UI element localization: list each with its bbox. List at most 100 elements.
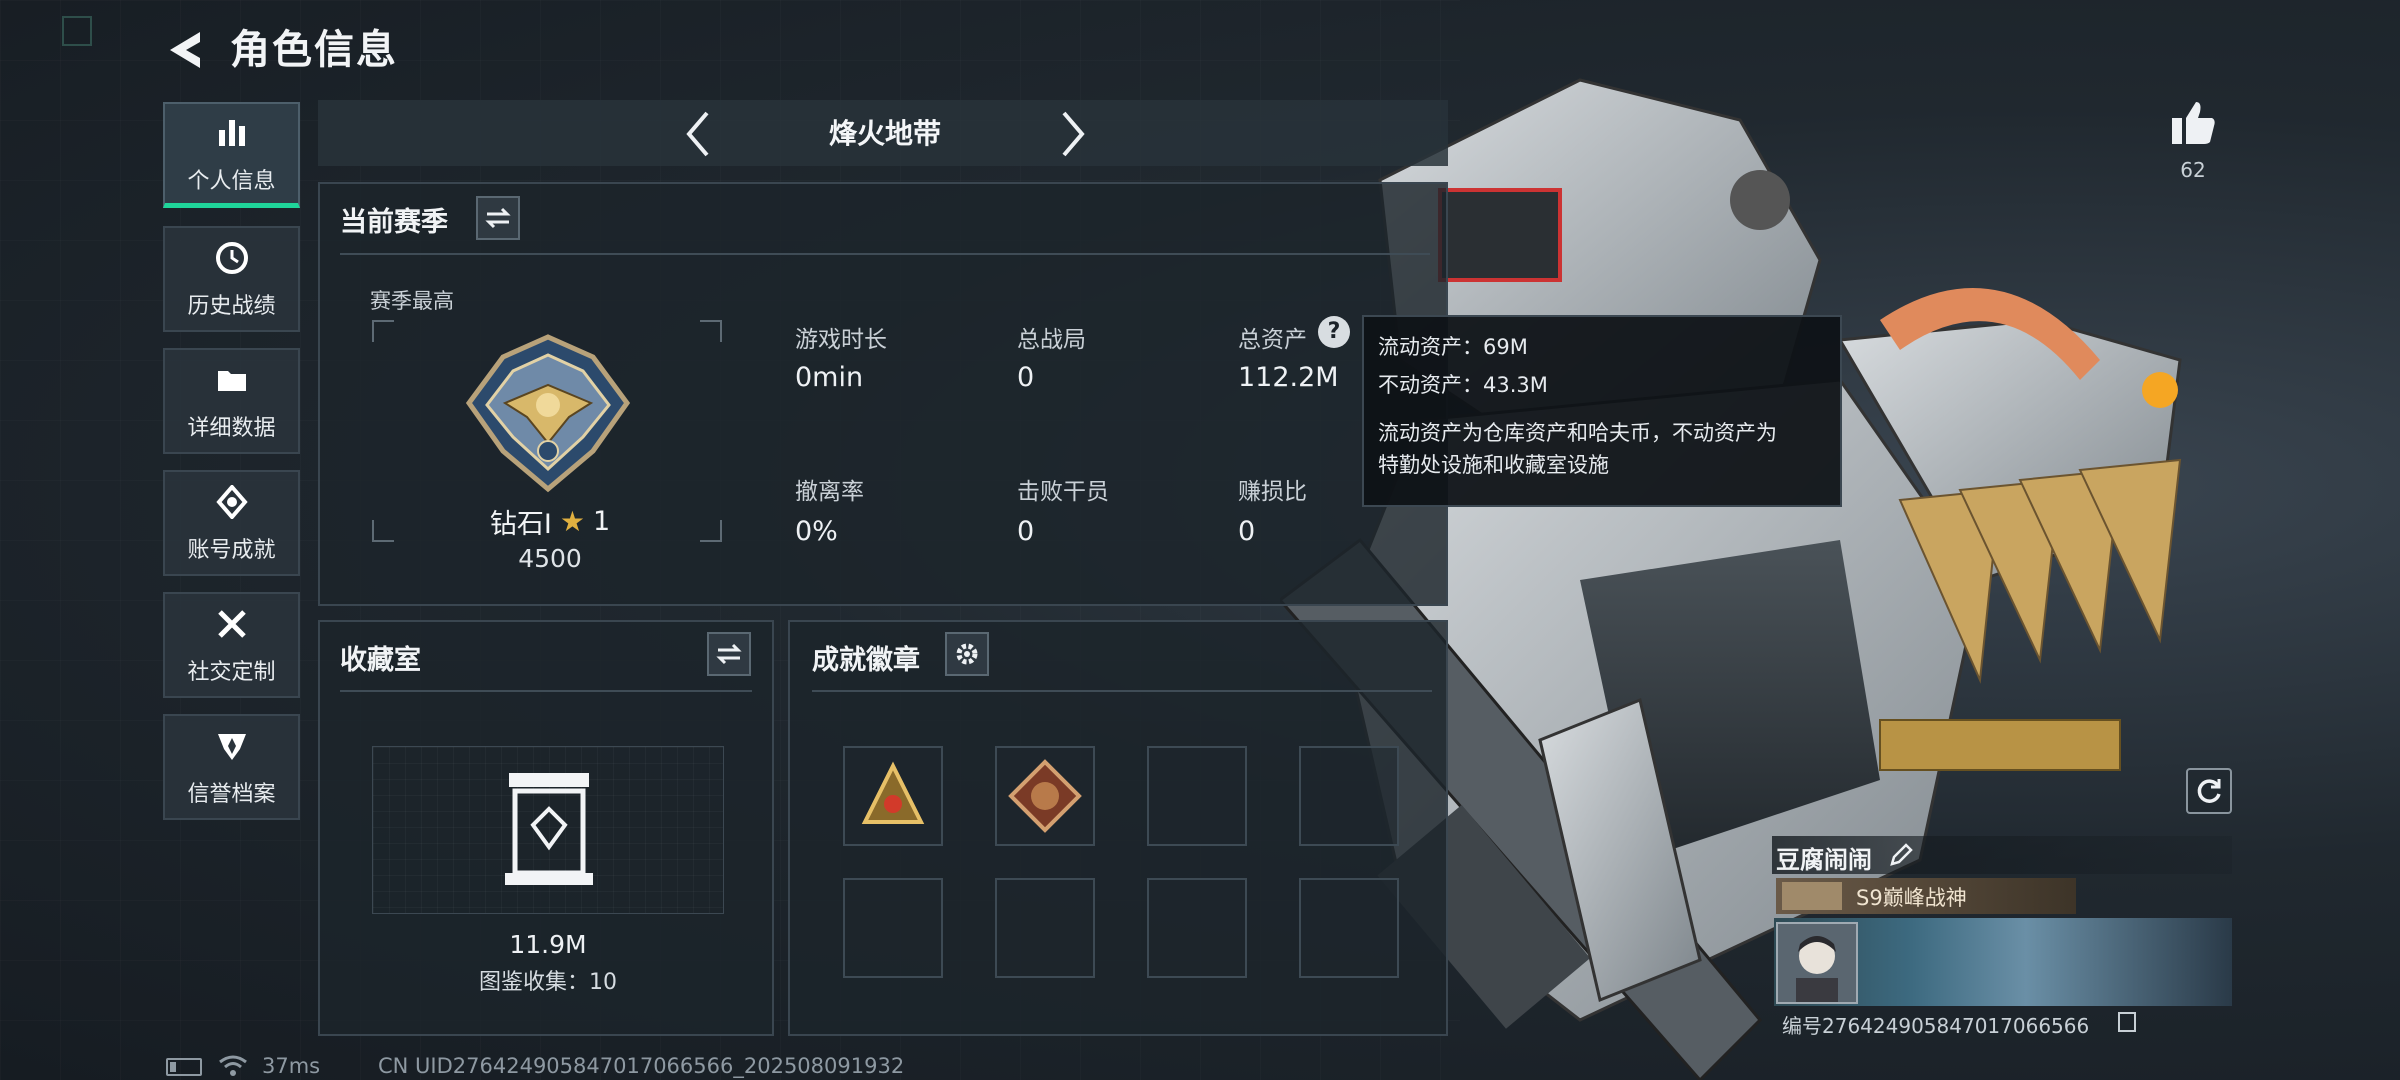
bar-chart-icon bbox=[212, 113, 252, 153]
rank-stars: 1 bbox=[592, 506, 611, 537]
like-button[interactable] bbox=[2168, 98, 2218, 148]
collection-switch-button[interactable] bbox=[707, 632, 751, 676]
sidebar-item-label: 历史战绩 bbox=[187, 294, 276, 319]
mode-title: 烽火地带 bbox=[828, 117, 941, 150]
ping-value: 37ms bbox=[262, 1054, 321, 1078]
divider bbox=[340, 690, 752, 692]
clock-icon bbox=[212, 238, 252, 278]
badge-slot[interactable] bbox=[1299, 878, 1399, 978]
sidebar-item-achievements[interactable]: 账号成就 bbox=[163, 470, 300, 576]
badge-slot[interactable] bbox=[1147, 746, 1247, 846]
sidebar-item-social[interactable]: 社交定制 bbox=[163, 592, 300, 698]
tooltip-fixed-assets: 不动资产：43.3M bbox=[1378, 373, 1548, 397]
back-arrow-icon bbox=[170, 32, 200, 68]
player-id: 编号276424905847017066566 bbox=[1782, 1014, 2090, 1038]
frame-corner bbox=[700, 320, 722, 342]
refresh-button[interactable] bbox=[2186, 768, 2232, 814]
sidebar-item-personal-info[interactable]: 个人信息 bbox=[163, 102, 300, 208]
profile-banner bbox=[1774, 918, 2232, 1006]
edit-name-button[interactable] bbox=[1888, 842, 1914, 868]
title-badge-text: S9巅峰战神 bbox=[1856, 886, 1967, 910]
corner-decoration bbox=[62, 16, 92, 46]
stat-value: 0 bbox=[1238, 516, 1256, 547]
badge-slot[interactable] bbox=[843, 746, 943, 846]
frame-corner bbox=[372, 320, 394, 342]
copy-icon[interactable] bbox=[2118, 1012, 2136, 1032]
triangle-badge-icon bbox=[861, 761, 925, 824]
collection-count: 图鉴收集：10 bbox=[479, 970, 617, 995]
rank-score: 4500 bbox=[518, 544, 582, 573]
achievements-settings-button[interactable] bbox=[945, 632, 989, 676]
stat-value: 0 bbox=[1017, 362, 1035, 393]
tooltip-liquid-assets: 流动资产：69M bbox=[1378, 335, 1528, 359]
badge-slot[interactable] bbox=[1147, 878, 1247, 978]
prev-mode-button[interactable] bbox=[670, 104, 726, 164]
rank-emblem-icon bbox=[465, 334, 631, 493]
back-button[interactable] bbox=[160, 22, 210, 78]
page-title: 角色信息 bbox=[230, 27, 398, 73]
rank-line: 钻石I ★ 1 bbox=[480, 502, 620, 541]
chevron-left-icon bbox=[686, 111, 709, 157]
stat-value: 0 bbox=[1017, 516, 1035, 547]
shield-icon bbox=[212, 726, 252, 766]
frame-corner bbox=[372, 520, 394, 542]
folder-icon bbox=[212, 360, 252, 400]
stat-label: 总战局 bbox=[1017, 327, 1086, 353]
sidebar-item-credit[interactable]: 信誉档案 bbox=[163, 714, 300, 820]
chevron-right-icon bbox=[1062, 111, 1085, 157]
uid-text: CN UID276424905847017066566_202508091932 bbox=[378, 1054, 905, 1078]
badge-slot[interactable] bbox=[1299, 746, 1399, 846]
divider bbox=[812, 690, 1432, 692]
divider bbox=[340, 253, 1430, 255]
tools-icon bbox=[212, 604, 252, 644]
stat-value: 0% bbox=[795, 516, 838, 547]
stat-label: 游戏时长 bbox=[795, 327, 887, 353]
stat-label: 赚损比 bbox=[1238, 479, 1307, 505]
stat-label: 撤离率 bbox=[795, 479, 864, 505]
sidebar-item-label: 信誉档案 bbox=[187, 782, 276, 807]
achievements-title: 成就徽章 bbox=[812, 645, 920, 676]
collection-title: 收藏室 bbox=[340, 645, 421, 676]
swap-icon bbox=[485, 207, 511, 229]
stat-value: 112.2M bbox=[1238, 362, 1339, 393]
collection-preview[interactable] bbox=[372, 746, 724, 914]
tooltip-description-line: 特勤处设施和收藏室设施 bbox=[1378, 453, 1609, 477]
avatar[interactable] bbox=[1776, 922, 1858, 1004]
player-name: 豆腐闹闹 bbox=[1776, 846, 1872, 874]
wifi-icon bbox=[219, 1055, 247, 1076]
sidebar-item-label: 社交定制 bbox=[187, 660, 276, 685]
swap-icon bbox=[716, 643, 742, 665]
badge-slot[interactable] bbox=[843, 878, 943, 978]
title-badge: S9巅峰战神 bbox=[1776, 878, 2076, 914]
badge-slot[interactable] bbox=[995, 746, 1095, 846]
stat-value: 0min bbox=[795, 362, 864, 393]
achievement-icon bbox=[212, 482, 252, 522]
like-count: 62 bbox=[2180, 158, 2206, 182]
tooltip-description-line: 流动资产为仓库资产和哈夫币，不动资产为 bbox=[1378, 421, 1777, 445]
sidebar-item-label: 个人信息 bbox=[187, 168, 276, 194]
display-case-icon bbox=[505, 773, 593, 885]
star-icon: ★ bbox=[559, 505, 585, 538]
gear-icon bbox=[956, 643, 978, 665]
avatar-face-icon bbox=[1796, 936, 1838, 1002]
pencil-icon bbox=[1890, 843, 1913, 866]
season-peak-label: 赛季最高 bbox=[370, 289, 454, 313]
help-icon[interactable]: ? bbox=[1318, 316, 1350, 348]
asset-tooltip: 流动资产：69M 不动资产：43.3M 流动资产为仓库资产和哈夫币，不动资产为 … bbox=[1362, 315, 1842, 507]
title-badge-emblem-icon bbox=[1782, 882, 1842, 910]
thumbs-up-icon bbox=[2172, 102, 2215, 144]
sidebar-item-label: 账号成就 bbox=[187, 538, 276, 563]
frame-corner bbox=[700, 520, 722, 542]
collection-value: 11.9M bbox=[509, 930, 587, 959]
battery-icon bbox=[166, 1058, 202, 1076]
next-mode-button[interactable] bbox=[1045, 104, 1101, 164]
stat-label: 击败干员 bbox=[1017, 479, 1109, 505]
refresh-icon bbox=[2197, 779, 2221, 803]
badge-slot[interactable] bbox=[995, 878, 1095, 978]
sidebar-item-detailed-data[interactable]: 详细数据 bbox=[163, 348, 300, 454]
dragon-badge-icon bbox=[1008, 759, 1082, 833]
sidebar-item-history[interactable]: 历史战绩 bbox=[163, 226, 300, 332]
season-switch-button[interactable] bbox=[476, 196, 520, 240]
season-title: 当前赛季 bbox=[340, 207, 448, 238]
stat-label: 总资产 bbox=[1238, 327, 1307, 353]
